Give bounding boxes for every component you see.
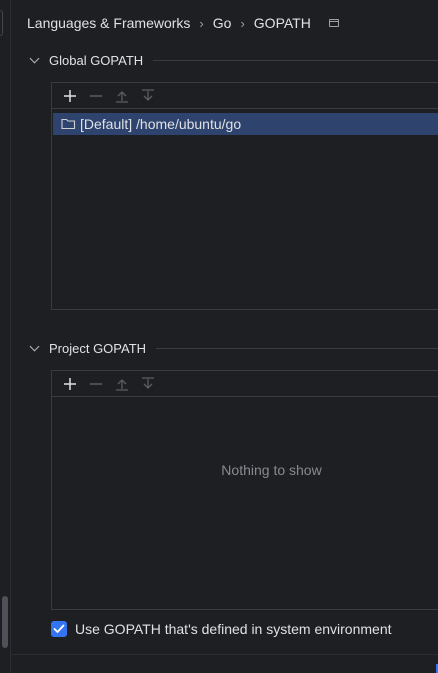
project-gopath-toolbar (52, 371, 438, 397)
settings-tree-edge (0, 0, 11, 673)
project-gopath-header[interactable]: Project GOPATH (29, 341, 438, 356)
chevron-down-icon[interactable] (29, 53, 40, 64)
system-env-gopath-option[interactable]: Use GOPATH that's defined in system envi… (51, 621, 392, 637)
list-item[interactable]: [Default] /home/ubuntu/go (53, 113, 438, 135)
gopath-settings-page: Languages & Frameworks › Go › GOPATH Glo… (0, 0, 438, 673)
breadcrumb-item-languages-frameworks[interactable]: Languages & Frameworks (27, 15, 190, 31)
move-up-icon[interactable] (109, 85, 135, 107)
add-icon[interactable] (57, 85, 83, 107)
section-divider (156, 348, 438, 349)
move-down-icon[interactable] (135, 85, 161, 107)
breadcrumb-separator: › (199, 15, 204, 31)
global-gopath-title: Global GOPATH (49, 53, 144, 68)
breadcrumb-item-go[interactable]: Go (213, 15, 232, 31)
section-divider (153, 60, 438, 61)
chevron-down-icon[interactable] (29, 341, 40, 352)
gopath-entry-label: [Default] /home/ubuntu/go (80, 116, 242, 132)
move-up-icon[interactable] (109, 373, 135, 395)
remove-icon[interactable] (83, 85, 109, 107)
remove-icon[interactable] (83, 373, 109, 395)
global-gopath-toolbar (52, 83, 438, 109)
global-gopath-header[interactable]: Global GOPATH (29, 53, 438, 68)
project-gopath-title: Project GOPATH (49, 341, 147, 356)
global-gopath-panel: [Default] /home/ubuntu/go (51, 82, 438, 310)
checkmark-icon (53, 624, 65, 633)
project-gopath-panel: Nothing to show (51, 370, 438, 610)
project-scope-icon (328, 19, 339, 27)
system-env-gopath-checkbox[interactable] (51, 621, 67, 637)
project-gopath-list[interactable]: Nothing to show (52, 397, 438, 607)
add-icon[interactable] (57, 373, 83, 395)
empty-list-text: Nothing to show (221, 462, 322, 478)
system-env-gopath-label[interactable]: Use GOPATH that's defined in system envi… (75, 621, 392, 637)
move-down-icon[interactable] (135, 373, 161, 395)
bottom-divider (10, 654, 438, 655)
settings-tree-scrollbar[interactable] (2, 596, 8, 648)
breadcrumb: Languages & Frameworks › Go › GOPATH (27, 14, 339, 32)
folder-icon (61, 118, 76, 130)
search-field-edge[interactable] (0, 10, 3, 36)
breadcrumb-separator: › (240, 15, 245, 31)
breadcrumb-item-gopath: GOPATH (253, 15, 311, 31)
